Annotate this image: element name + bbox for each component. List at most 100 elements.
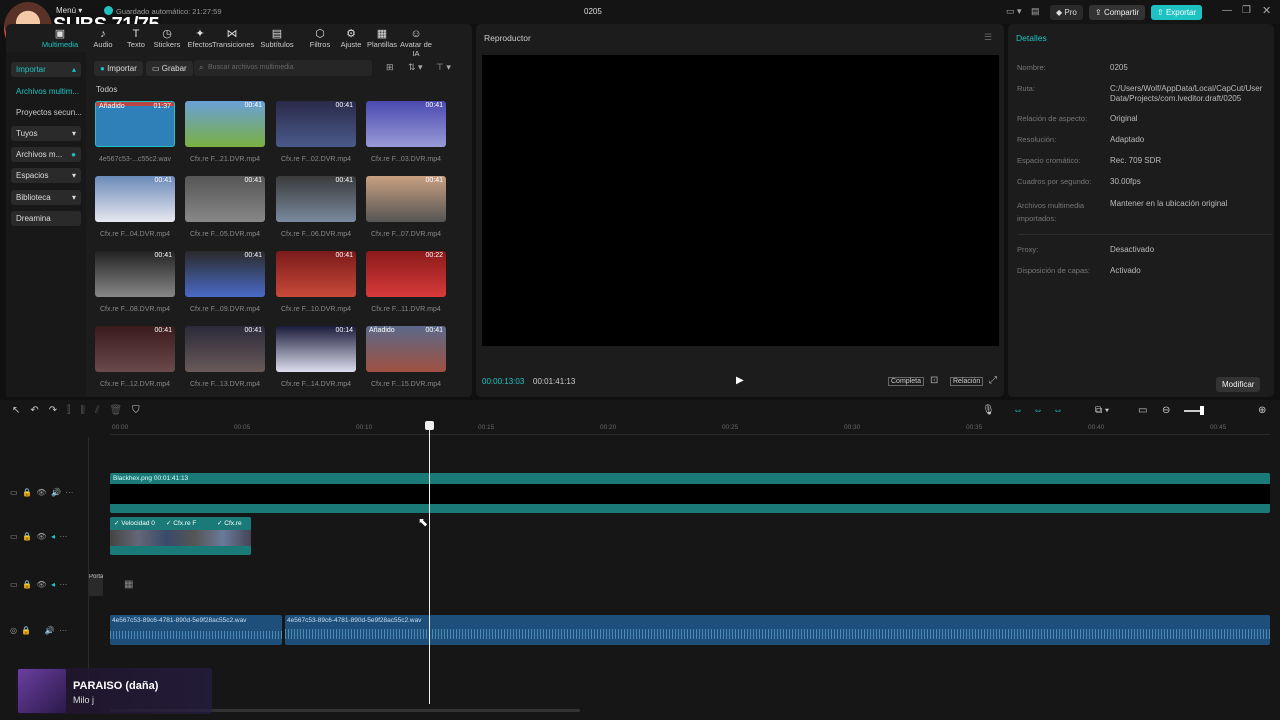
- ratio-button[interactable]: Relación: [950, 377, 984, 386]
- sidebar-item-espacios[interactable]: Espacios ▾: [11, 168, 81, 183]
- full-quality-button[interactable]: Completa: [888, 377, 924, 386]
- delete-icon[interactable]: 🗑: [109, 405, 132, 416]
- fullscreen-icon[interactable]: ⤢: [989, 375, 997, 386]
- sidebar-item-biblioteca[interactable]: Biblioteca ▾: [11, 190, 81, 205]
- cover-button[interactable]: Portada: [89, 574, 103, 596]
- media-thumbnail[interactable]: 00:41: [276, 101, 356, 147]
- clip-label-3[interactable]: ✓ Cfx.re: [217, 519, 242, 527]
- link-tools[interactable]: ⇔⇔⇔: [1013, 405, 1073, 416]
- audio-track-controls[interactable]: ◎ 🔒 🔊 ···: [10, 626, 67, 635]
- shortcut-icon[interactable]: ▤: [1031, 6, 1040, 17]
- zoom-handle[interactable]: [1200, 406, 1204, 415]
- media-thumbnail[interactable]: 00:41: [366, 176, 446, 222]
- media-duration: 00:41: [244, 252, 262, 259]
- crop-icon[interactable]: ⊡: [930, 375, 938, 386]
- media-thumbnail[interactable]: 00:41: [95, 251, 175, 297]
- modify-button[interactable]: Modificar: [1216, 377, 1261, 392]
- detail-value: Rec. 709 SDR: [1110, 156, 1162, 165]
- detail-value: 30.00fps: [1110, 177, 1141, 186]
- filter-icon[interactable]: ⊤ ▾: [436, 62, 451, 73]
- media-thumbnail[interactable]: 00:41: [185, 251, 265, 297]
- media-filename: Cfx.re F...15.DVR.mp4: [370, 381, 442, 388]
- split-right-icon[interactable]: ⫽: [95, 405, 109, 416]
- media-thumbnail[interactable]: 00:41: [366, 101, 446, 147]
- shield-icon[interactable]: ⛉: [132, 405, 150, 416]
- mic-icon[interactable]: 🎙: [982, 405, 995, 416]
- import-button[interactable]: ● Importar: [94, 61, 143, 76]
- media-filename: Cfx.re F...07.DVR.mp4: [370, 231, 442, 238]
- export-button[interactable]: ⇧ Exportar: [1151, 5, 1203, 20]
- audio-clip-2[interactable]: 4e567c53-89c6-4781-890d-5e9f28ac55c2.wav: [285, 615, 1270, 645]
- total-time: 00:01:41:13: [533, 377, 576, 386]
- media-duration: 00:41: [425, 177, 443, 184]
- sort-icon[interactable]: ⇅ ▾: [408, 62, 423, 73]
- media-thumbnail[interactable]: 00:22: [366, 251, 446, 297]
- tool-transition[interactable]: ⋈ Transiciones: [212, 28, 254, 49]
- player-menu-icon[interactable]: ☰: [984, 32, 992, 43]
- detail-value: Adaptado: [1110, 135, 1145, 144]
- sidebar-item-archivos[interactable]: Archivos multim...: [16, 87, 79, 96]
- detail-label: Proxy:: [1017, 245, 1039, 254]
- subtitle-icon[interactable]: ▭: [1138, 405, 1147, 416]
- media-thumbnail[interactable]: 00:41 Añadido: [366, 326, 446, 372]
- minimize-icon[interactable]: —: [1222, 5, 1232, 16]
- media-duration: 01:37: [153, 103, 171, 110]
- preview-canvas[interactable]: [482, 55, 999, 346]
- track2-controls[interactable]: ▭ 🔒 👁 ◂ ···: [10, 532, 67, 541]
- play-icon[interactable]: ▶: [736, 375, 744, 386]
- tool-subtitles[interactable]: ▤ Subtítulos: [257, 28, 297, 49]
- media-thumbnail[interactable]: 00:41: [185, 176, 265, 222]
- close-icon[interactable]: ✕: [1262, 4, 1271, 17]
- film-icon: ▦: [124, 579, 134, 590]
- audio-clip-1[interactable]: 4e567c53-89c6-4781-890d-5e9f28ac55c2.wav: [110, 615, 282, 645]
- share-button[interactable]: ⇪ Compartir: [1089, 5, 1146, 20]
- sidebar-item-archivos-m[interactable]: Archivos m... ●: [11, 147, 81, 162]
- media-filename: Cfx.re F...14.DVR.mp4: [280, 381, 352, 388]
- zoom-out-icon[interactable]: ⊖: [1162, 405, 1170, 416]
- pro-button[interactable]: ◆ Pro: [1050, 5, 1083, 20]
- playhead[interactable]: [429, 421, 430, 704]
- zoom-fit-icon[interactable]: ⊕: [1258, 405, 1266, 416]
- media-duration: 00:14: [335, 327, 353, 334]
- clip-label-2[interactable]: ✓ Cfx.re F: [166, 519, 196, 527]
- select-icon[interactable]: ↖: [12, 405, 30, 416]
- tool-avatar[interactable]: ☺ Avatar de IA: [396, 28, 436, 58]
- maximize-icon[interactable]: ❐: [1242, 5, 1251, 16]
- media-thumbnail[interactable]: 00:41: [185, 326, 265, 372]
- media-filename: Cfx.re F...02.DVR.mp4: [280, 156, 352, 163]
- media-thumbnail[interactable]: 00:14: [276, 326, 356, 372]
- track3-controls[interactable]: ▭ 🔒 👁 ◂ ···: [10, 580, 67, 589]
- media-thumbnail[interactable]: 00:41: [276, 251, 356, 297]
- sidebar-item-tuyos[interactable]: Tuyos ▾: [11, 126, 81, 141]
- preview-axis-icon[interactable]: ⧉ ▾: [1095, 405, 1109, 416]
- layout-icon[interactable]: ▭ ▾: [1006, 6, 1022, 17]
- detail-label: Espacio cromático:: [1017, 156, 1081, 165]
- media-thumbnail[interactable]: 00:41: [185, 101, 265, 147]
- track1-controls[interactable]: ▭ 🔒 👁 🔊 ···: [10, 488, 73, 497]
- sidebar-item-dreamina[interactable]: Dreamina: [11, 211, 81, 226]
- media-thumbnail[interactable]: 00:41: [95, 176, 175, 222]
- undo-icon[interactable]: ↶: [30, 405, 48, 416]
- redo-icon[interactable]: ↷: [49, 405, 67, 416]
- grid-view-icon[interactable]: ⊞: [386, 62, 394, 73]
- media-thumbnail[interactable]: 01:37 Añadido: [95, 101, 175, 147]
- record-button[interactable]: ▭ Grabar: [146, 61, 193, 76]
- clip-label-1[interactable]: ✓ Velocidad 0: [114, 519, 155, 527]
- media-search[interactable]: ⌕ Buscar archivos multimedia: [194, 60, 372, 76]
- media-thumbnail[interactable]: 00:41: [276, 176, 356, 222]
- split-left-icon[interactable]: ⫼: [80, 405, 95, 416]
- audio-clip-2-label: 4e567c53-89c6-4781-890d-5e9f28ac55c2.wav: [287, 617, 422, 624]
- sidebar-item-proyectos[interactable]: Proyectos secun...: [16, 108, 82, 117]
- media-duration: 00:41: [335, 177, 353, 184]
- split-icon[interactable]: ⫿: [67, 405, 80, 416]
- search-input[interactable]: Buscar archivos multimedia: [208, 64, 294, 71]
- playhead-handle[interactable]: [425, 421, 434, 430]
- clip-blackhex[interactable]: Blackhex.png 00:01:41:13: [110, 473, 1270, 513]
- media-duration: 00:41: [335, 102, 353, 109]
- media-thumbnail[interactable]: 00:41: [95, 326, 175, 372]
- ruler-tick: 00:15: [478, 424, 495, 431]
- media-icon: ▣: [54, 28, 66, 40]
- tool-media[interactable]: ▣ Multimedia: [40, 28, 80, 49]
- ruler-tick: 00:45: [1210, 424, 1227, 431]
- sidebar-item-importar[interactable]: Importar ▴: [11, 62, 81, 77]
